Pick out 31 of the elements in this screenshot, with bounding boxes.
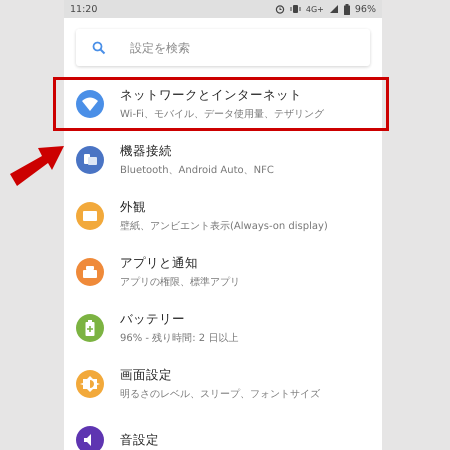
item-title: バッテリー	[120, 311, 186, 328]
item-subtitle: Wi-Fi、モバイル、データ使用量、テザリング	[120, 108, 324, 121]
settings-item[interactable]: 音設定	[64, 412, 382, 450]
signal-icon	[328, 4, 339, 14]
item-subtitle: アプリの権限、標準アプリ	[120, 276, 240, 289]
settings-item[interactable]: アプリと通知 アプリの権限、標準アプリ	[64, 244, 382, 300]
item-title: 外観	[120, 199, 147, 216]
settings-item[interactable]: バッテリー 96% - 残り時間: 2 日以上	[64, 300, 382, 356]
item-title: 画面設定	[120, 367, 173, 384]
settings-item[interactable]: 画面設定 明るさのレベル、スリープ、フォントサイズ	[64, 356, 382, 412]
settings-item[interactable]: ネットワークとインターネット Wi-Fi、モバイル、データ使用量、テザリング	[64, 76, 382, 132]
item-subtitle: 壁紙、アンビエント表示(Always-on display)	[120, 220, 328, 233]
search-input[interactable]: 設定を検索	[128, 40, 354, 56]
settings-item[interactable]: 機器接続 Bluetooth、Android Auto、NFC	[64, 132, 382, 188]
vibrate-icon	[290, 4, 301, 14]
item-subtitle: 96% - 残り時間: 2 日以上	[120, 332, 238, 345]
item-title: 機器接続	[120, 143, 173, 160]
search-bar[interactable]: 設定を検索	[76, 29, 370, 66]
item-title: アプリと通知	[120, 255, 199, 272]
battery-icon	[344, 4, 350, 14]
search-icon	[92, 40, 106, 54]
item-title: ネットワークとインターネット	[120, 87, 303, 104]
settings-item[interactable]: 外観 壁紙、アンビエント表示(Always-on display)	[64, 188, 382, 244]
item-subtitle: Bluetooth、Android Auto、NFC	[120, 164, 274, 177]
alarm-icon	[274, 4, 285, 14]
network-type: 4G+	[306, 4, 324, 14]
battery-level: 96%	[354, 4, 376, 14]
clock-time: 11:20	[70, 4, 98, 14]
item-title: 音設定	[120, 432, 159, 448]
pointer-arrow	[8, 144, 66, 188]
item-subtitle: 明るさのレベル、スリープ、フォントサイズ	[120, 388, 320, 401]
